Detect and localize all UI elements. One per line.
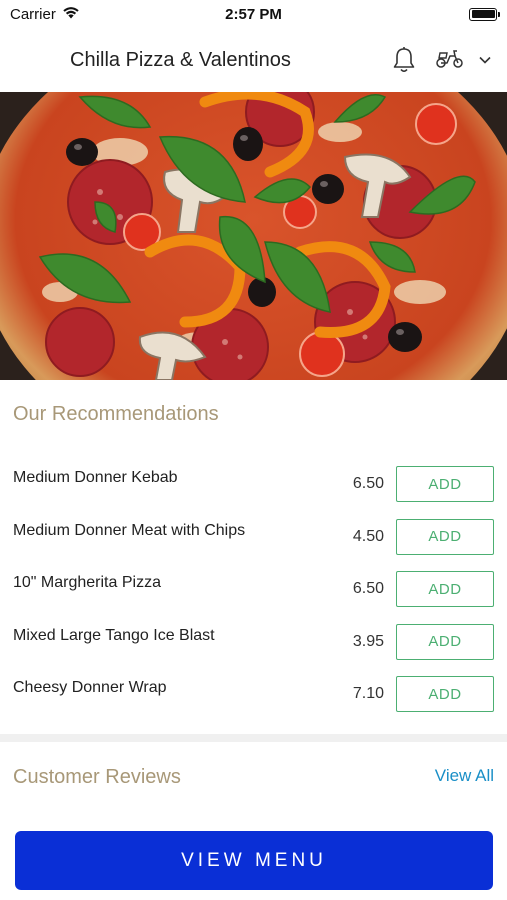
item-name: 10" Margherita Pizza <box>13 574 161 592</box>
add-button[interactable]: ADD <box>396 466 494 503</box>
recommendations-list: Medium Donner Kebab 6.50 ADD Medium Donn… <box>0 458 507 721</box>
item-price: 3.95 <box>352 632 384 650</box>
status-left: Carrier <box>10 6 80 23</box>
item-price: 7.10 <box>352 685 384 703</box>
list-item: 10" Margherita Pizza 6.50 ADD <box>0 563 507 616</box>
list-item: Medium Donner Meat with Chips 4.50 ADD <box>0 511 507 564</box>
hero-image-pizza <box>0 92 507 380</box>
list-item: Medium Donner Kebab 6.50 ADD <box>0 458 507 511</box>
recommendations-title: Our Recommendations <box>13 403 219 425</box>
delivery-selector[interactable] <box>435 47 491 74</box>
item-name: Medium Donner Meat with Chips <box>13 521 246 539</box>
view-all-link[interactable]: View All <box>435 766 494 786</box>
item-price: 6.50 <box>352 580 384 598</box>
item-name: Cheesy Donner Wrap <box>13 679 167 697</box>
header-actions <box>391 46 491 74</box>
wifi-icon <box>62 6 80 23</box>
item-name: Mixed Large Tango Ice Blast <box>13 626 215 644</box>
battery-icon <box>469 7 500 21</box>
item-name: Medium Donner Kebab <box>13 469 178 487</box>
status-bar: Carrier 2:57 PM <box>0 0 507 28</box>
item-price: 4.50 <box>352 527 384 545</box>
bell-icon[interactable] <box>391 46 417 74</box>
battery-fill <box>471 10 495 18</box>
list-item: Mixed Large Tango Ice Blast 3.95 ADD <box>0 616 507 669</box>
app-header: Chilla Pizza & Valentinos <box>0 28 507 92</box>
item-price: 6.50 <box>352 475 384 493</box>
view-menu-button[interactable]: VIEW MENU <box>15 831 493 890</box>
menu-icon[interactable] <box>22 51 48 69</box>
list-item: Cheesy Donner Wrap 7.10 ADD <box>0 668 507 721</box>
add-button[interactable]: ADD <box>396 571 494 608</box>
section-divider <box>0 734 507 742</box>
carrier-label: Carrier <box>10 5 56 23</box>
scooter-icon <box>435 47 465 74</box>
add-button[interactable]: ADD <box>396 676 494 713</box>
add-button[interactable]: ADD <box>396 623 494 660</box>
reviews-title: Customer Reviews <box>13 766 181 788</box>
chevron-down-icon <box>479 51 491 69</box>
restaurant-title: Chilla Pizza & Valentinos <box>70 48 291 71</box>
add-button[interactable]: ADD <box>396 518 494 555</box>
